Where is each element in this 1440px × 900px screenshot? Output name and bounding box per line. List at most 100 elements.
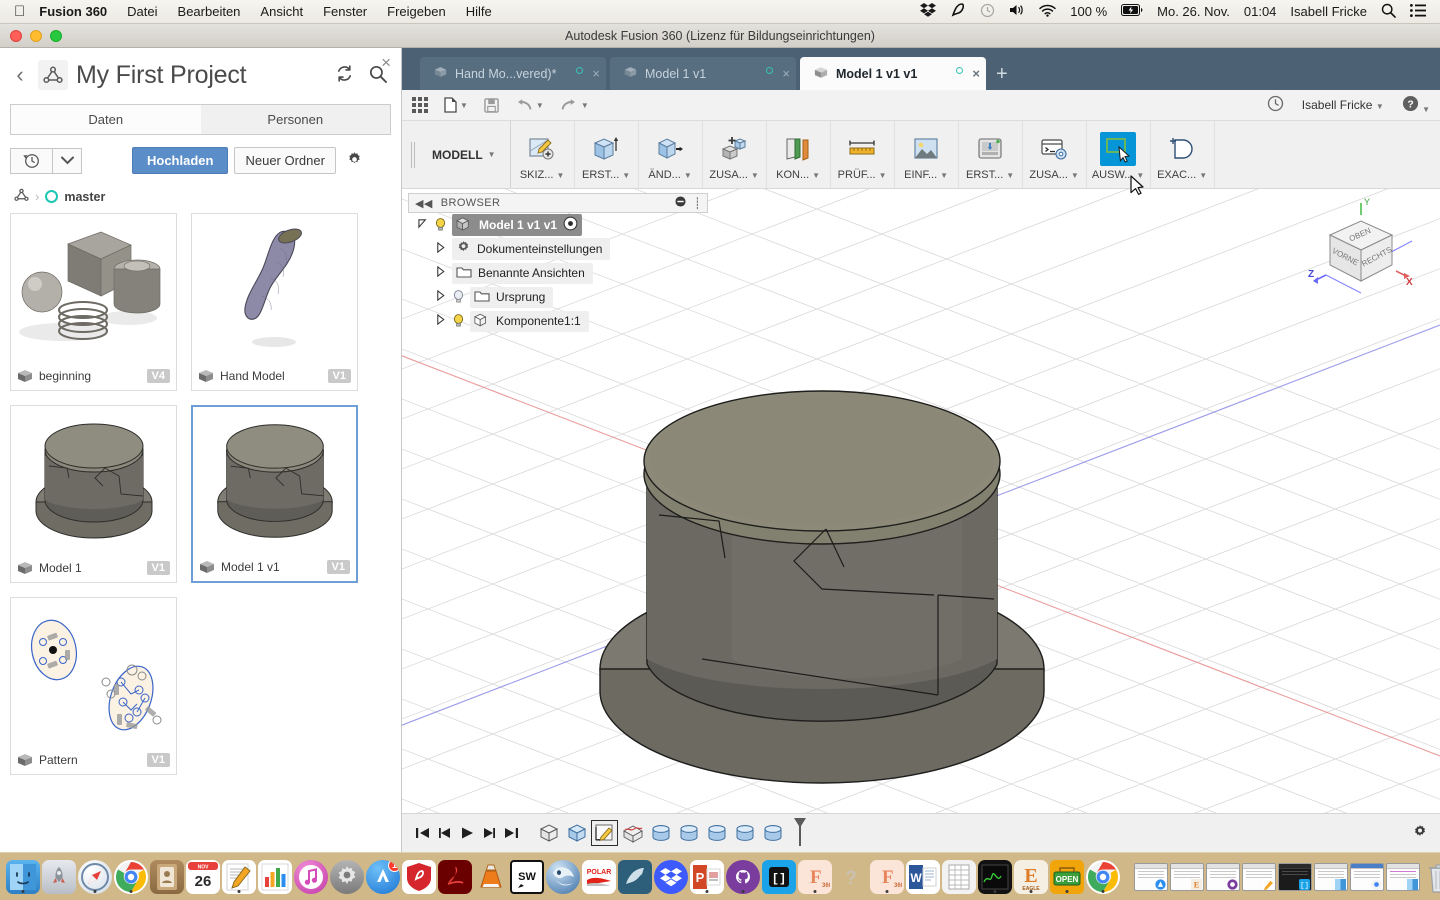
calendar-icon[interactable]: NOV 26 — [186, 859, 220, 894]
minimize-icon[interactable] — [675, 196, 686, 210]
chevron-down-icon[interactable]: ▼ — [581, 101, 589, 110]
lightbulb-on-icon[interactable] — [452, 313, 466, 329]
tree-item-benannte-ansichten[interactable]: Benannte Ansichten — [452, 262, 593, 284]
breadcrumb-home-icon[interactable] — [14, 188, 29, 205]
wifi-icon[interactable] — [1039, 4, 1057, 20]
battery-charging-icon[interactable] — [1121, 4, 1143, 19]
recent-versions-icon[interactable] — [10, 147, 52, 174]
back-button[interactable]: ‹ — [10, 62, 30, 88]
tree-row-root[interactable]: Model 1 v1 v1 — [408, 213, 708, 237]
apple-logo-icon[interactable]:  — [14, 4, 25, 19]
list-item[interactable]: Hand Model V1 — [191, 213, 358, 391]
chevron-down-icon[interactable] — [52, 147, 82, 174]
new-folder-button[interactable]: Neuer Ordner — [234, 147, 336, 174]
chrome-icon[interactable] — [114, 859, 148, 894]
timeline-feature-extrude-3[interactable] — [704, 821, 729, 845]
list-item-selected[interactable]: Model 1 v1 V1 — [191, 405, 358, 583]
new-tab-plus-icon[interactable]: + — [990, 63, 1018, 90]
triangle-right-icon[interactable] — [434, 241, 448, 256]
adguard-icon[interactable] — [950, 2, 966, 21]
minimize-window-button[interactable] — [30, 30, 42, 42]
tab-daten[interactable]: Daten — [10, 104, 201, 135]
minimized-window-eagle[interactable]: E — [1170, 862, 1204, 891]
adguard-icon[interactable] — [402, 859, 436, 894]
fusion360-icon-2[interactable]: F360 — [870, 859, 904, 894]
tree-item-dokumenteinstellungen[interactable]: Dokumenteinstellungen — [452, 238, 611, 260]
ribbon-group-erstellen-make[interactable]: ERST... ▼ — [959, 121, 1023, 188]
lightbulb-on-icon[interactable] — [434, 217, 448, 233]
close-panel-button[interactable]: × — [381, 54, 391, 71]
chevron-down-icon[interactable]: ▼ — [536, 101, 544, 110]
close-icon[interactable]: × — [972, 66, 980, 81]
menu-item-datei[interactable]: Datei — [127, 4, 157, 19]
file-icon[interactable]: ▼ — [444, 97, 468, 113]
tab-personen[interactable]: Personen — [200, 104, 391, 135]
list-item[interactable]: beginning V4 — [10, 213, 177, 391]
sequelpro-icon[interactable] — [618, 859, 652, 894]
minimized-window-github[interactable] — [1206, 862, 1240, 891]
launchpad-icon[interactable] — [42, 859, 76, 894]
view-cube[interactable]: Y Z X OBEN VORNE RECHTS — [1306, 197, 1416, 307]
clock-icon[interactable] — [980, 3, 995, 21]
ribbon-group-pruefen[interactable]: PRÜF... ▼ — [831, 121, 895, 188]
play-icon[interactable] — [456, 820, 478, 846]
tree-row-komponente1[interactable]: Komponente1:1 — [408, 309, 708, 333]
trash-icon[interactable] — [1422, 859, 1440, 895]
github-icon[interactable] — [726, 859, 760, 894]
eagle-icon[interactable]: E EAGLE — [1014, 859, 1048, 894]
vlc-icon[interactable] — [474, 860, 508, 894]
safari-icon[interactable] — [78, 859, 112, 894]
timeline-feature-extrude-2[interactable] — [676, 821, 701, 845]
chrome-icon-2[interactable] — [1086, 859, 1120, 894]
menubar-user[interactable]: Isabell Fricke — [1290, 4, 1367, 19]
settings-icon[interactable] — [330, 859, 364, 894]
tree-item-ursprung[interactable]: Ursprung — [470, 286, 554, 308]
timeline-feature-component-1[interactable] — [536, 821, 561, 845]
notification-center-icon[interactable] — [1410, 3, 1426, 20]
step-back-icon[interactable] — [434, 820, 456, 846]
upload-button[interactable]: Hochladen — [132, 147, 229, 174]
minimized-window-appstore[interactable] — [1134, 862, 1168, 891]
refresh-icon[interactable] — [331, 64, 357, 86]
step-forward-icon[interactable] — [478, 820, 500, 846]
numbers-icon[interactable] — [258, 859, 292, 894]
document-tab-model-1-v1-v1-active[interactable]: Model 1 v1 v1 × — [800, 57, 986, 90]
gear-icon[interactable] — [346, 151, 363, 171]
timeline-feature-extrude-4[interactable] — [732, 821, 757, 845]
solidworks-icon[interactable]: SW — [510, 859, 544, 894]
timeline-feature-extrude-5[interactable] — [760, 821, 785, 845]
capture-position-icon[interactable] — [563, 216, 578, 234]
drag-grip-icon[interactable] — [408, 121, 418, 188]
spreadsheet-icon[interactable] — [942, 859, 976, 894]
appstore-icon[interactable]: 1 — [366, 859, 400, 894]
triangle-right-icon[interactable] — [434, 289, 448, 304]
close-icon[interactable]: × — [592, 66, 600, 81]
timeline-settings-gear-icon[interactable] — [1412, 824, 1428, 843]
minimized-window-chrome[interactable] — [1350, 862, 1384, 891]
window-controls[interactable] — [10, 30, 62, 42]
ribbon-group-skizze[interactable]: SKIZ... ▼ — [511, 121, 575, 188]
3d-viewport[interactable]: ◀◀ BROWSER ┊ Model 1 v1 v1 Dokumenteinst… — [402, 189, 1440, 852]
list-item[interactable]: Pattern V1 — [10, 597, 177, 775]
ribbon-group-konstruieren[interactable]: KON... ▼ — [767, 121, 831, 188]
list-item[interactable]: Model 1 V1 — [10, 405, 177, 583]
ribbon-group-exact[interactable]: EXAC... ▼ — [1151, 121, 1215, 188]
ribbon-group-erstellen[interactable]: ERST... ▼ — [575, 121, 639, 188]
minimized-window-finder-2[interactable] — [1386, 862, 1420, 891]
document-tab-model-1-v1[interactable]: Model 1 v1 × — [610, 57, 796, 90]
timeline-feature-component-2[interactable] — [564, 821, 589, 845]
tree-row-benannte-ansichten[interactable]: Benannte Ansichten — [408, 261, 708, 285]
triangle-right-icon[interactable] — [434, 265, 448, 280]
pages-icon[interactable] — [222, 859, 256, 894]
minimized-window-brackets[interactable]: [] — [1278, 862, 1312, 891]
triangle-right-icon[interactable] — [434, 313, 448, 328]
chevron-down-icon[interactable]: ▼ — [460, 101, 468, 110]
thunderbird-icon[interactable] — [546, 859, 580, 894]
timeline-feature-sketch[interactable] — [591, 820, 618, 846]
menu-item-hilfe[interactable]: Hilfe — [466, 4, 492, 19]
word-icon[interactable]: W — [906, 859, 940, 894]
acrobat-icon[interactable] — [438, 859, 472, 894]
undo-icon[interactable]: ▼ — [515, 98, 544, 112]
redo-icon[interactable]: ▼ — [560, 98, 589, 112]
menu-item-fenster[interactable]: Fenster — [323, 4, 367, 19]
